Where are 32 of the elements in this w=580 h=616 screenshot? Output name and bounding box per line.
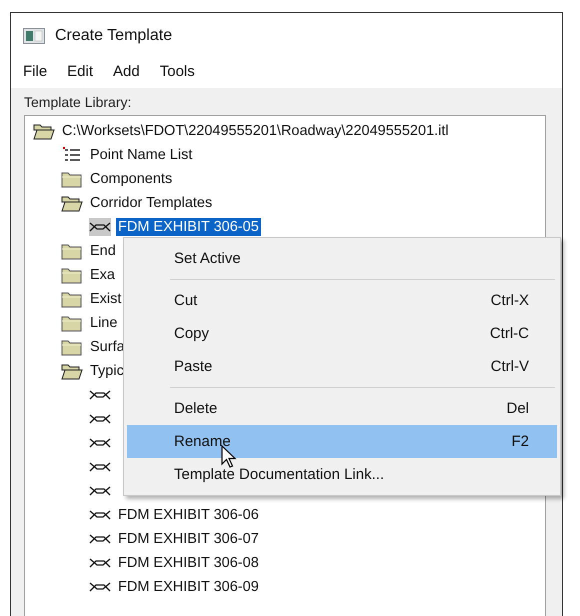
- tree-item[interactable]: Components: [88, 170, 174, 188]
- context-menu-item[interactable]: Template Documentation Link...: [127, 458, 557, 491]
- context-menu-item[interactable]: Set Active: [127, 242, 557, 275]
- tree-item[interactable]: Typic: [88, 362, 126, 380]
- tree-item[interactable]: Exist: [88, 290, 124, 308]
- tree-item[interactable]: FDM EXHIBIT 306-09: [116, 578, 261, 596]
- window-title: Create Template: [55, 27, 172, 45]
- menu-item[interactable]: Edit: [67, 63, 94, 80]
- context-menu-item[interactable]: Delete Del: [127, 392, 557, 425]
- tree-item[interactable]: FDM EXHIBIT 306-08: [116, 554, 261, 572]
- list-icon: [61, 146, 83, 164]
- context-menu-item[interactable]: Rename F2: [127, 425, 557, 458]
- mouse-pointer-icon: [221, 445, 237, 469]
- tree-item[interactable]: Corridor Templates: [88, 194, 214, 212]
- context-menu-item[interactable]: Copy Ctrl-C: [127, 317, 557, 350]
- tree-item[interactable]: Line: [88, 314, 120, 332]
- template-icon: [89, 218, 111, 236]
- context-menu-item[interactable]: Cut Ctrl-X: [127, 284, 557, 317]
- app-icon: [23, 28, 45, 44]
- tree-item[interactable]: C:\Worksets\FDOT\22049555201\Roadway\22049555201.itl: [60, 122, 451, 140]
- library-label: Template Library:: [24, 94, 132, 110]
- tree-item[interactable]: Point Name List: [88, 146, 194, 164]
- menu-item[interactable]: Tools: [160, 63, 195, 80]
- tree-item[interactable]: FDM EXHIBIT 306-07: [116, 530, 261, 548]
- tree-item[interactable]: FDM EXHIBIT 306-05: [116, 218, 261, 236]
- menu-item[interactable]: File: [23, 63, 48, 80]
- tree-item[interactable]: FDM EXHIBIT 306-06: [116, 506, 261, 524]
- menu-item[interactable]: Add: [113, 63, 140, 80]
- tree-item[interactable]: End: [88, 242, 118, 260]
- context-menu-item[interactable]: Paste Ctrl-V: [127, 350, 557, 383]
- tree-item[interactable]: Exa: [88, 266, 117, 284]
- tree-item[interactable]: Surfa: [88, 338, 127, 356]
